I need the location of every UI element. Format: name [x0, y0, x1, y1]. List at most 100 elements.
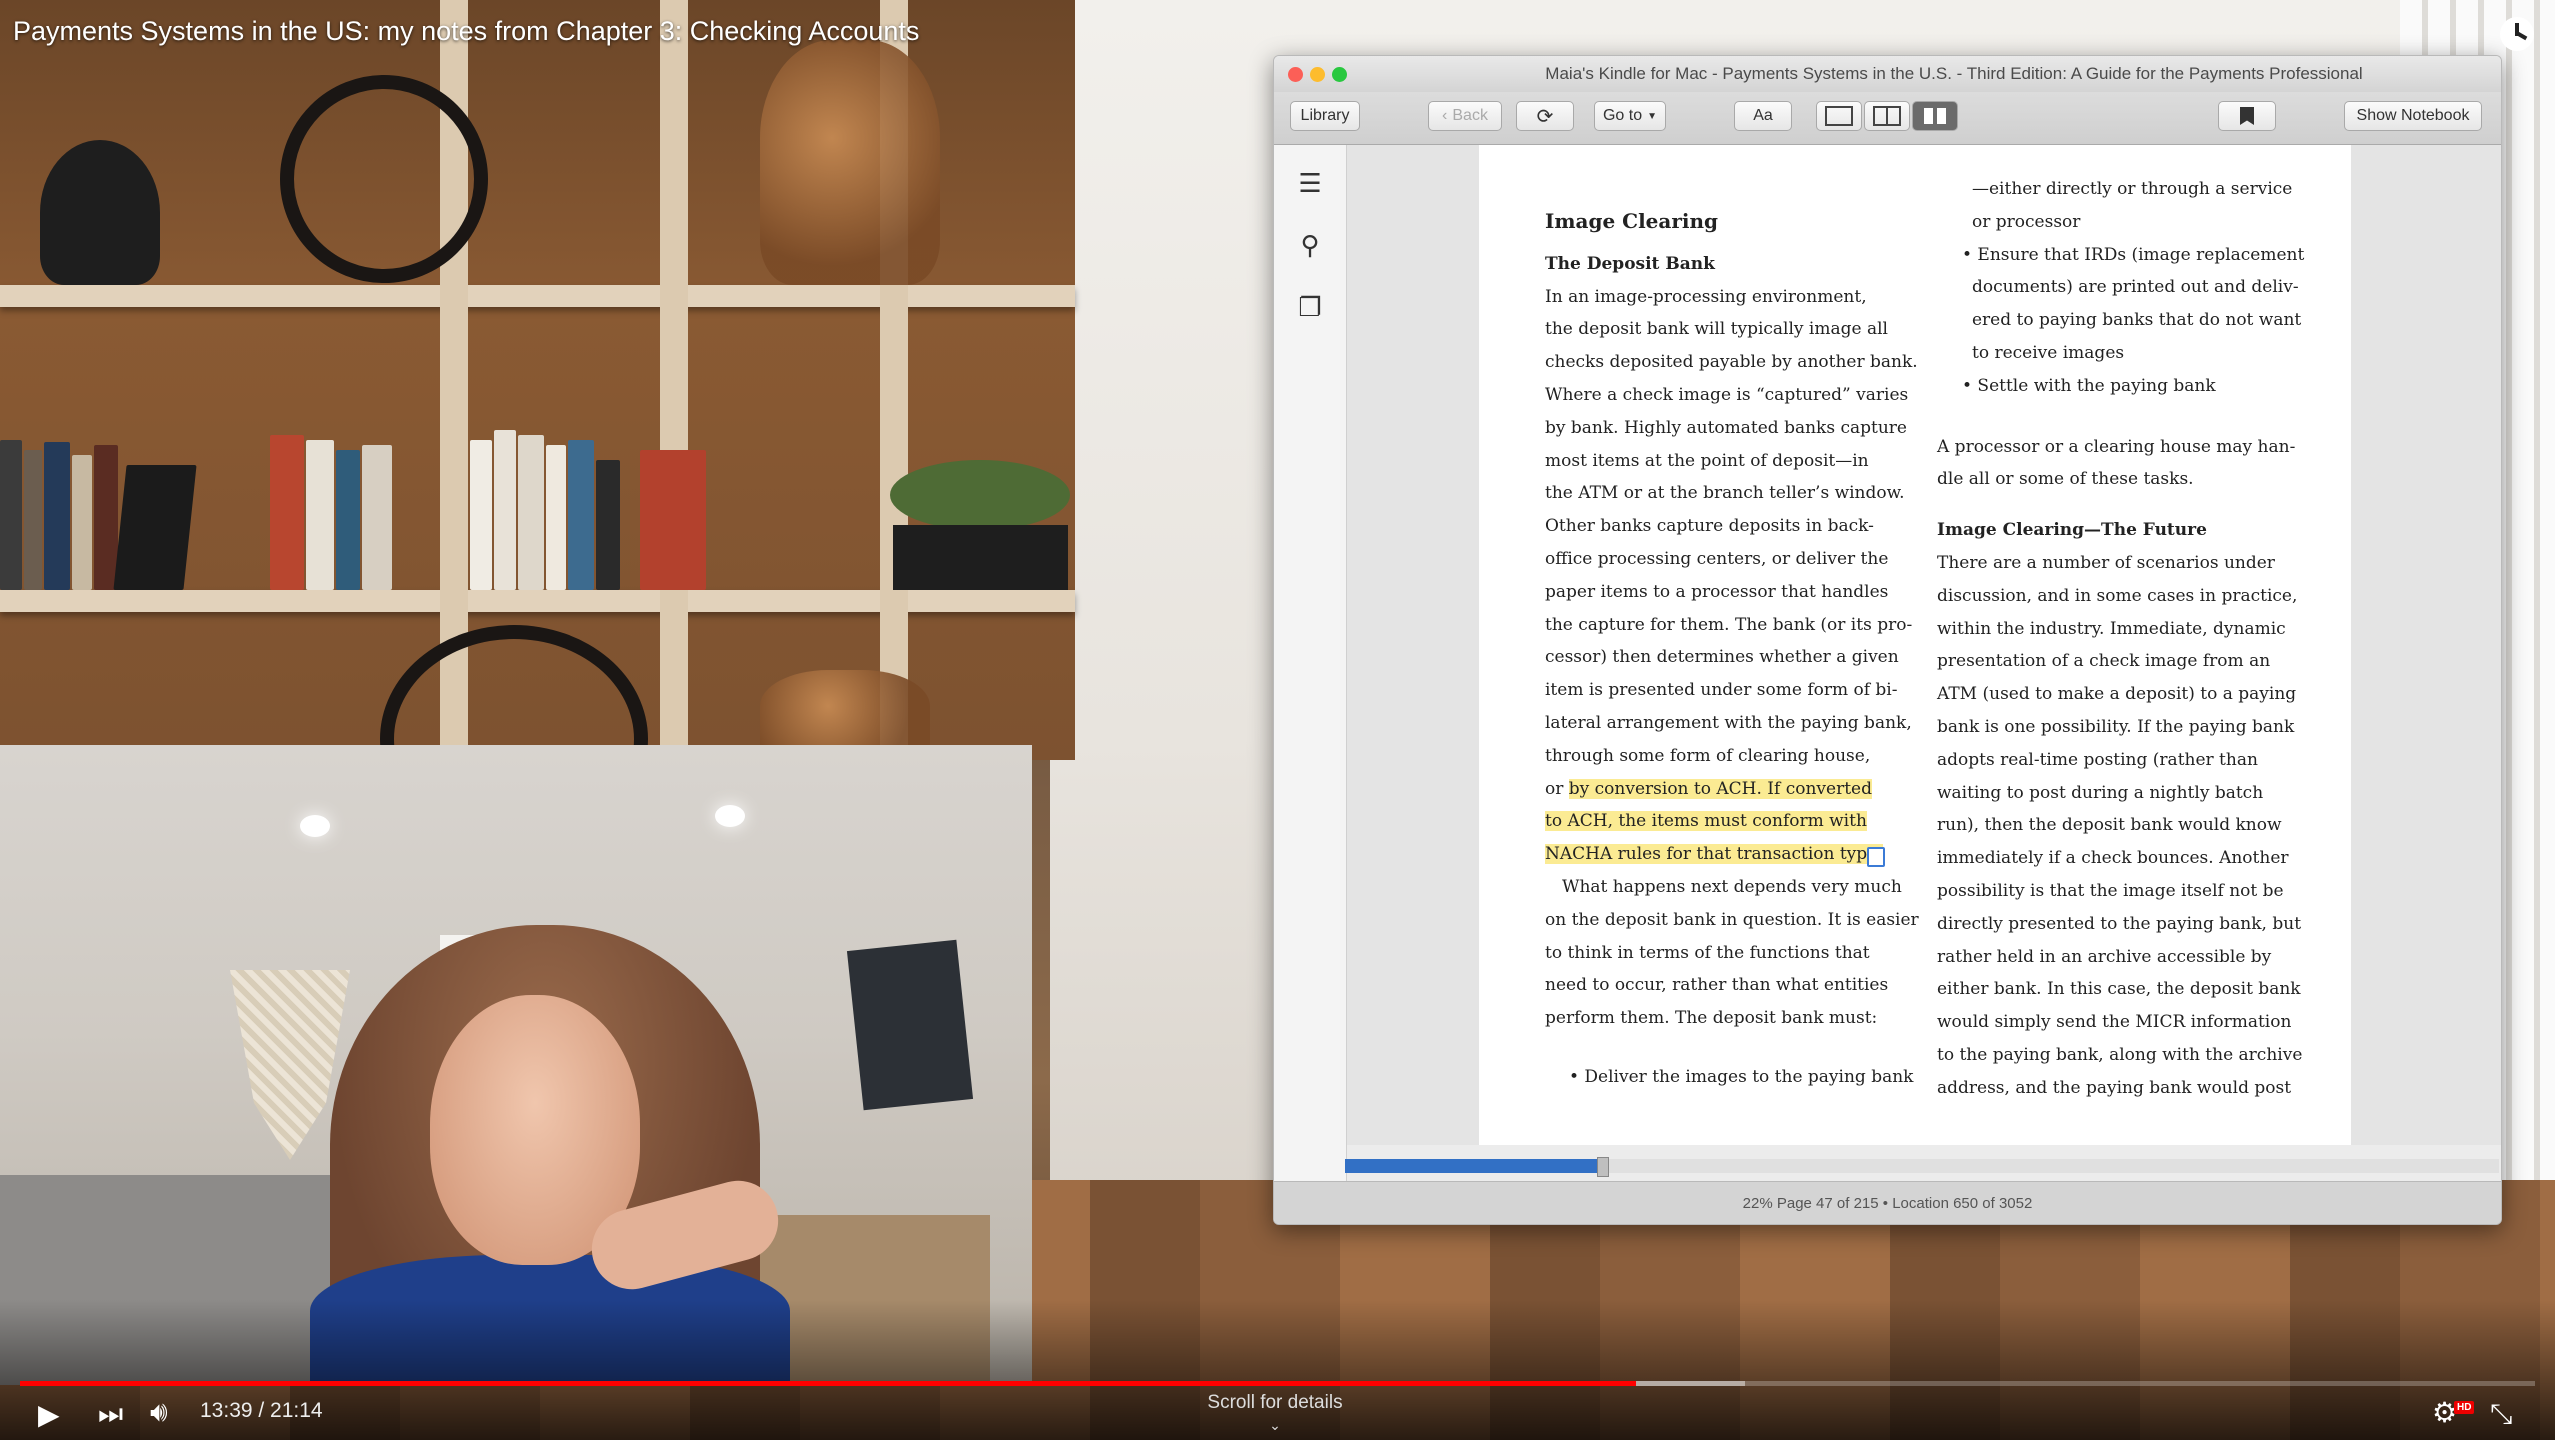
shelf-post	[660, 0, 688, 760]
highlighted-text[interactable]: NACHA rules for that transaction type.	[1545, 844, 1883, 865]
bookmark-icon	[2240, 107, 2254, 125]
scroll-hint-label: Scroll for details	[1207, 1392, 1343, 1413]
played-bar	[20, 1381, 1636, 1386]
scroll-for-details[interactable]: Scroll for details ⌄	[1180, 1392, 1370, 1436]
text-line: waiting to post during a nightly batch	[1937, 782, 2264, 803]
text-line: A processor or a clearing house may han-	[1937, 436, 2296, 457]
plant	[890, 460, 1070, 530]
bullet-item: • Deliver the images to the paying bank	[1569, 1066, 1914, 1087]
bullet-item: • Settle with the paying bank	[1962, 375, 2216, 396]
text-line: paper items to a processor that handles	[1545, 581, 1889, 602]
text-line: or processor	[1972, 211, 2081, 232]
next-video-icon[interactable]: ⏭	[98, 1398, 123, 1431]
volume-icon[interactable]: 🔊︎	[150, 1396, 168, 1429]
reading-progress-thumb[interactable]	[1596, 1157, 1609, 1177]
single-column-view-button[interactable]	[1816, 101, 1862, 131]
close-window-button[interactable]	[1288, 67, 1303, 82]
text-line: lateral arrangement with the paying bank…	[1545, 712, 1912, 733]
sync-button[interactable]: ⟳	[1516, 101, 1574, 131]
subsection-heading: Image Clearing—The Future	[1937, 520, 2207, 541]
search-icon[interactable]: ⚲	[1292, 227, 1328, 263]
highlight-prefix: or	[1545, 778, 1569, 799]
window-titlebar: Maia's Kindle for Mac - Payments Systems…	[1274, 56, 2501, 92]
chevron-left-icon: ‹	[1442, 107, 1448, 124]
tablet	[846, 939, 974, 1111]
play-icon[interactable]: ▶	[38, 1398, 60, 1431]
grid-view-button[interactable]	[1912, 101, 1958, 131]
text-line: need to occur, rather than what entities	[1545, 975, 1889, 996]
ceiling-light	[300, 815, 330, 837]
minimize-window-button[interactable]	[1310, 67, 1325, 82]
webcam-feed	[0, 745, 1032, 1385]
text-line: to receive images	[1972, 342, 2125, 363]
text-line: bank is one possibility. If the paying b…	[1937, 716, 2295, 737]
glass-jar	[760, 40, 940, 285]
text-line: to the paying bank, along with the archi…	[1937, 1044, 2303, 1065]
show-notebook-button[interactable]: Show Notebook	[2344, 101, 2482, 131]
text-line: the deposit bank will typically image al…	[1545, 319, 1888, 340]
text-line: the capture for them. The bank (or its p…	[1545, 614, 1913, 635]
hd-badge: HD	[2454, 1401, 2475, 1414]
two-column-view-button[interactable]	[1864, 101, 1910, 131]
single-page-icon	[1825, 106, 1853, 126]
video-title[interactable]: Payments Systems in the US: my notes fro…	[13, 16, 919, 47]
note-icon[interactable]	[1867, 847, 1885, 867]
text-line: the ATM or at the branch teller’s window…	[1545, 483, 1905, 504]
text-line: documents) are printed out and deliv-	[1972, 277, 2299, 298]
video-progress-bar[interactable]	[20, 1381, 2535, 1386]
goto-dropdown[interactable]: Go to ▼	[1594, 101, 1666, 131]
table-of-contents-icon[interactable]: ☰	[1292, 165, 1328, 201]
flashcards-icon[interactable]: ❐	[1292, 289, 1328, 325]
text-line: cessor) then determines whether a given	[1545, 647, 1899, 668]
goto-label: Go to	[1602, 107, 1643, 124]
shelf-board	[0, 285, 1075, 307]
text-line: In an image-processing environment,	[1545, 286, 1867, 307]
bookshelf	[0, 0, 1075, 853]
reading-status: 22% Page 47 of 215 • Location 650 of 305…	[1274, 1181, 2501, 1224]
text-line: to think in terms of the functions that	[1545, 942, 1870, 963]
back-button[interactable]: ‹ Back	[1428, 101, 1502, 131]
shelf-board	[0, 590, 1075, 612]
decor-ring	[280, 75, 488, 283]
highlighted-text[interactable]: to ACH, the items must conform with	[1545, 811, 1867, 832]
left-column: Image Clearing The Deposit Bank In an im…	[1545, 205, 1935, 1094]
kindle-sidebar: ☰ ⚲ ❐	[1274, 145, 1347, 1224]
text-line: dle all or some of these tasks.	[1937, 469, 2194, 490]
watch-later-icon[interactable]	[2500, 17, 2534, 51]
right-column: —either directly or through a service or…	[1937, 173, 2337, 1105]
bookmark-button[interactable]	[2218, 101, 2276, 131]
bullet-item: • Ensure that IRDs (image replacement	[1962, 244, 2305, 265]
back-label: Back	[1452, 107, 1488, 124]
text-line: directly presented to the paying bank, b…	[1937, 913, 2302, 934]
reading-progress-fill	[1345, 1159, 1599, 1173]
book-page[interactable]: Image Clearing The Deposit Bank In an im…	[1479, 145, 2351, 1145]
exit-fullscreen-icon[interactable]: ⤡	[2490, 1398, 2512, 1431]
highlighted-text[interactable]: by conversion to ACH. If converted	[1568, 778, 1872, 799]
text-line: by bank. Highly automated banks capture	[1545, 417, 1907, 438]
chevron-down-icon: ▼	[1647, 110, 1658, 122]
zoom-window-button[interactable]	[1332, 67, 1347, 82]
text-line: office processing centers, or deliver th…	[1545, 548, 1889, 569]
text-line: address, and the paying bank would post	[1937, 1077, 2292, 1098]
kindle-window: Maia's Kindle for Mac - Payments Systems…	[1273, 55, 2502, 1225]
books	[0, 430, 710, 590]
section-heading: Image Clearing	[1545, 209, 1719, 233]
time-display: 13:39 / 21:14	[200, 1399, 323, 1422]
text-line: adopts real-time posting (rather than	[1937, 749, 2258, 770]
text-line: immediately if a check bounces. Another	[1937, 848, 2289, 869]
ceiling-light	[715, 805, 745, 827]
text-line: most items at the point of deposit—in	[1545, 450, 1869, 471]
text-line: on the deposit bank in question. It is e…	[1545, 909, 1919, 930]
text-line-highlight-start: or by conversion to ACH. If converted	[1545, 773, 1935, 806]
chevron-down-icon: ⌄	[1269, 1417, 1281, 1433]
subsection-heading: The Deposit Bank	[1545, 253, 1715, 274]
text-line: checks deposited payable by another bank…	[1545, 352, 1918, 373]
text-line: within the industry. Immediate, dynamic	[1937, 618, 2286, 639]
reading-progress-bar[interactable]	[1345, 1157, 2499, 1177]
two-page-icon	[1873, 106, 1901, 126]
text-line: possibility is that the image itself not…	[1937, 880, 2284, 901]
text-line: What happens next depends very much	[1545, 876, 1902, 897]
window-title: Maia's Kindle for Mac - Payments Systems…	[1545, 64, 2363, 83]
library-button[interactable]: Library	[1290, 101, 1360, 131]
font-settings-button[interactable]: Aa	[1734, 101, 1792, 131]
